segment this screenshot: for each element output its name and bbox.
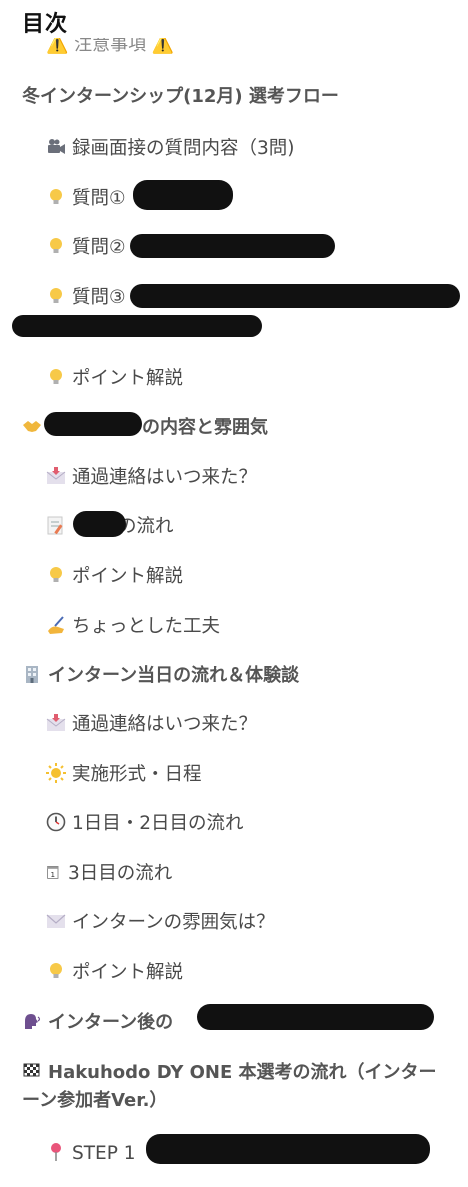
toc-item-format-schedule[interactable]: 実施形式・日程 xyxy=(46,763,202,785)
redaction xyxy=(73,511,126,537)
toc-section-label: 冬インターンシップ(12月) 選考フロー xyxy=(22,86,339,107)
sun-icon xyxy=(46,763,66,783)
toc-section-after-internship[interactable]: インターン後の xyxy=(22,1011,173,1032)
toc-item-video-interview[interactable]: 録画面接の質問内容（3問) xyxy=(46,137,295,159)
speaking-head-icon xyxy=(25,1014,41,1029)
redaction xyxy=(12,315,262,337)
light-bulb-icon xyxy=(50,369,62,384)
toc-item-day1-2[interactable]: 1日目・2日目の流れ xyxy=(46,812,244,834)
redaction xyxy=(130,234,335,258)
toc-item-caution[interactable]: ⚠️ 注意事項 ⚠️ xyxy=(46,38,174,54)
toc-item-label: ポイント解説 xyxy=(72,368,184,389)
toc-item-question-1[interactable]: 質問① xyxy=(46,187,126,209)
toc-item-pass-notice-2[interactable]: 通過連絡はいつ来た？ xyxy=(46,713,257,735)
redaction xyxy=(146,1134,430,1164)
toc-item-point-3[interactable]: ポイント解説 xyxy=(46,961,183,983)
calendar-icon: 1 xyxy=(47,866,59,879)
toc-item-label: 録画面接の質問内容（3問) xyxy=(72,138,295,159)
light-bulb-icon xyxy=(50,288,62,303)
clock-icon xyxy=(46,812,66,832)
toc-section-winter-flow[interactable]: 冬インターンシップ(12月) 選考フロー xyxy=(22,88,339,106)
toc-item-label: 通過連絡はいつ来た？ xyxy=(72,467,258,488)
movie-camera-icon xyxy=(48,139,65,154)
toc-section-label: ーン参加者Ver.） xyxy=(22,1090,168,1111)
toc-title: 目次 xyxy=(22,12,69,37)
memo-icon xyxy=(47,516,63,535)
office-building-icon xyxy=(26,666,38,683)
toc-section-main-selection-cont[interactable]: ーン参加者Ver.） xyxy=(22,1092,167,1110)
toc-item-label: ちょっとした工夫 xyxy=(72,616,221,637)
light-bulb-icon xyxy=(50,238,62,253)
toc-item-step-1[interactable]: STEP 1 xyxy=(46,1142,136,1164)
toc-section-main-selection[interactable]: Hakuhodo DY ONE 本選考の流れ（インター xyxy=(22,1061,437,1082)
toc-item-atmosphere[interactable]: インターンの雰囲気は？ xyxy=(46,911,275,933)
writing-hand-icon xyxy=(48,616,64,634)
toc-item-day3[interactable]: 1 3日目の流れ xyxy=(46,862,172,884)
round-pushpin-icon xyxy=(51,1143,61,1161)
toc-section-internship-day[interactable]: インターン当日の流れ＆体験談 xyxy=(22,664,299,685)
light-bulb-icon xyxy=(50,189,62,204)
toc-section-label: Hakuhodo DY ONE 本選考の流れ（インター xyxy=(48,1062,437,1083)
toc-item-question-3[interactable]: 質問③ xyxy=(46,286,126,308)
redaction xyxy=(197,1004,434,1030)
toc-item-label: 質問① xyxy=(72,188,126,209)
redaction xyxy=(130,284,460,308)
toc-item-label: 1日目・2日目の流れ xyxy=(72,813,244,834)
toc-item-label: インターンの雰囲気は？ xyxy=(72,912,275,933)
light-bulb-icon xyxy=(50,567,62,582)
envelope-with-arrow-icon xyxy=(46,467,66,484)
toc-item-point-1[interactable]: ポイント解説 xyxy=(46,367,183,389)
toc-item-label: 質問② xyxy=(72,237,126,258)
toc-item-label: ポイント解説 xyxy=(72,962,184,983)
toc-item-label: STEP 1 xyxy=(72,1143,136,1164)
checkered-flag-icon xyxy=(23,1063,40,1077)
envelope-with-arrow-icon xyxy=(46,714,66,731)
light-bulb-icon xyxy=(50,963,62,978)
toc-section-label: インターン当日の流れ＆体験談 xyxy=(48,665,300,686)
toc-item-label: ポイント解説 xyxy=(72,566,184,587)
redaction xyxy=(133,180,233,210)
toc-item-point-2[interactable]: ポイント解説 xyxy=(46,565,183,587)
envelope-icon xyxy=(46,914,66,928)
toc-item-pass-notice-1[interactable]: 通過連絡はいつ来た？ xyxy=(46,466,257,488)
redaction xyxy=(44,412,142,436)
toc-item-label: 通過連絡はいつ来た？ xyxy=(72,714,258,735)
toc-item-label: 質問③ xyxy=(72,287,126,308)
toc-item-label: の流れ xyxy=(118,516,174,537)
toc-item-question-2[interactable]: 質問② xyxy=(46,236,126,258)
toc-section-label: インターン後の xyxy=(48,1012,174,1033)
handshake-icon xyxy=(23,421,41,432)
svg-text:1: 1 xyxy=(51,870,56,879)
toc-item-label: 実施形式・日程 xyxy=(72,764,202,785)
toc-section-label: の内容と雰囲気 xyxy=(142,417,268,438)
toc-item-label: 3日目の流れ xyxy=(68,863,173,884)
toc-item-tips[interactable]: ちょっとした工夫 xyxy=(46,615,220,637)
